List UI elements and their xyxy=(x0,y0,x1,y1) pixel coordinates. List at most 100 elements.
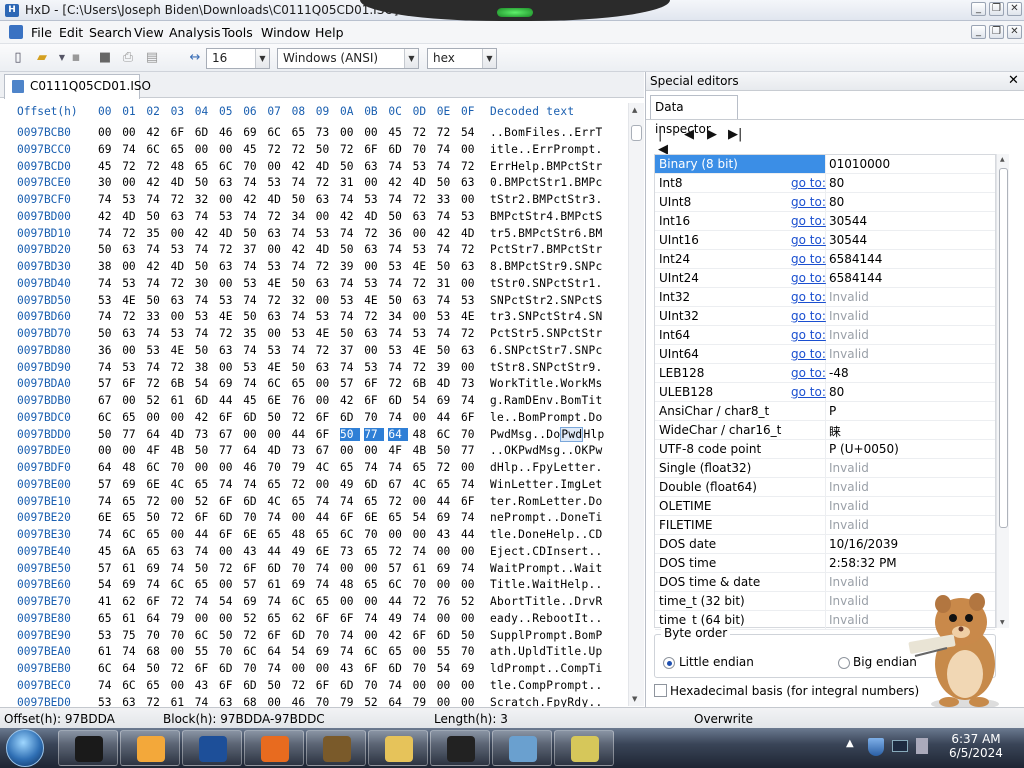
hex-byte[interactable]: 74 xyxy=(340,629,360,642)
inspector-row[interactable]: UInt64 go to: Invalid xyxy=(655,345,995,364)
hex-byte[interactable]: 45 xyxy=(243,143,263,156)
decoded-text[interactable]: 8.BMPctStr9.SNPc xyxy=(490,260,603,273)
hex-byte[interactable]: 45 xyxy=(243,394,263,407)
hex-byte[interactable]: 72 xyxy=(243,629,263,642)
hex-byte[interactable]: 00 xyxy=(437,578,457,591)
hex-byte[interactable]: 53 xyxy=(243,277,263,290)
hex-byte[interactable]: 00 xyxy=(98,444,118,457)
hex-byte[interactable]: 4C xyxy=(171,478,191,491)
hex-byte[interactable]: 6C xyxy=(292,595,312,608)
selected-text[interactable]: Pwd xyxy=(560,426,584,442)
menu-edit[interactable]: Edit xyxy=(59,25,83,40)
hex-byte[interactable]: 52 xyxy=(195,495,215,508)
hex-byte[interactable]: 42 xyxy=(388,629,408,642)
next-byte-icon[interactable]: ▶ xyxy=(707,127,717,142)
close-button[interactable]: ✕ xyxy=(1007,2,1022,16)
hex-byte[interactable]: 61 xyxy=(171,394,191,407)
goto-link[interactable]: go to: xyxy=(791,195,826,209)
menu-tools[interactable]: Tools xyxy=(222,25,253,40)
new-file-icon[interactable]: ▯ xyxy=(9,49,27,67)
hex-byte[interactable]: 32 xyxy=(292,294,312,307)
goto-link[interactable]: go to: xyxy=(791,366,826,380)
hex-byte[interactable]: 72 xyxy=(388,545,408,558)
scroll-thumb[interactable] xyxy=(999,168,1008,528)
hex-byte[interactable]: 6C xyxy=(122,679,142,692)
hex-row[interactable]: 0097BCF0 74 53 74 72 32 00 42 4D 50 63 74 53 74 72 33 00… xyxy=(0,193,630,211)
hex-byte[interactable]: 00 xyxy=(388,528,408,541)
hex-byte[interactable]: 74 xyxy=(461,394,481,407)
decoded-text[interactable]: ..BomFiles..ErrT xyxy=(490,126,603,139)
clock[interactable]: 6:37 AM 6/5/2024 xyxy=(936,732,1016,760)
hex-byte[interactable]: 53 xyxy=(388,260,408,273)
hex-row[interactable]: 0097BCB0 00 00 42 6F 6D 46 69 6C 65 73 00 00 45 72 72 54… xyxy=(0,126,630,144)
inspector-value[interactable]: Invalid xyxy=(829,461,869,475)
hex-byte[interactable]: 38 xyxy=(195,361,215,374)
hex-byte[interactable]: 6C xyxy=(146,461,166,474)
hex-byte[interactable]: 65 xyxy=(195,578,215,591)
inspector-row[interactable]: Double (float64) Invalid xyxy=(655,478,995,497)
inspector-value[interactable]: 01010000 xyxy=(826,155,995,173)
inspector-value[interactable]: Invalid xyxy=(829,575,869,589)
hex-byte[interactable]: 72 xyxy=(267,143,287,156)
hex-byte[interactable]: 79 xyxy=(171,612,191,625)
hex-byte[interactable]: 74 xyxy=(195,327,215,340)
hex-byte[interactable]: 52 xyxy=(146,394,166,407)
hex-byte[interactable]: 6C xyxy=(388,578,408,591)
hex-byte[interactable]: 53 xyxy=(316,227,336,240)
hex-byte[interactable]: 74 xyxy=(388,243,408,256)
hex-byte[interactable]: 00 xyxy=(316,478,336,491)
hex-byte[interactable]: 6D xyxy=(243,411,263,424)
hex-byte[interactable]: 6D xyxy=(267,562,287,575)
hex-row[interactable]: 0097BE60 54 69 74 6C 65 00 57 61 69 74 48 65 6C 70 00 00… xyxy=(0,578,630,596)
inspector-row[interactable]: FILETIME Invalid xyxy=(655,516,995,535)
hex-byte[interactable]: 6C xyxy=(267,126,287,139)
hex-byte[interactable]: 63 xyxy=(364,243,384,256)
hex-byte[interactable]: 72 xyxy=(292,679,312,692)
hex-byte[interactable]: 74 xyxy=(340,645,360,658)
hex-byte[interactable]: 6C xyxy=(340,528,360,541)
hex-byte[interactable]: 53 xyxy=(388,344,408,357)
hex-byte[interactable]: 44 xyxy=(316,511,336,524)
hex-byte[interactable]: 50 xyxy=(292,361,312,374)
hex-byte[interactable]: 4D xyxy=(364,210,384,223)
decoded-text[interactable]: WinLetter.ImgLet xyxy=(490,478,603,491)
hex-byte[interactable]: 64 xyxy=(146,612,166,625)
hex-byte[interactable]: 00 xyxy=(219,361,239,374)
decoded-text[interactable]: le..BomPrompt.Do xyxy=(490,411,603,424)
hex-byte[interactable]: 65 xyxy=(364,495,384,508)
hex-byte[interactable]: 74 xyxy=(243,210,263,223)
decoded-text[interactable]: WaitPrompt..Wait xyxy=(490,562,603,575)
decoded-text[interactable]: ter.RomLetter.Do xyxy=(490,495,603,508)
hex-byte[interactable]: 74 xyxy=(316,562,336,575)
hex-byte[interactable]: 74 xyxy=(195,243,215,256)
taskbar-explorer-button[interactable] xyxy=(58,730,118,766)
hex-byte[interactable]: 48 xyxy=(340,578,360,591)
hex-byte[interactable]: 54 xyxy=(437,662,457,675)
hex-byte[interactable]: 00 xyxy=(122,176,142,189)
decoded-text[interactable]: SNPctStr2.SNPctS xyxy=(490,294,603,307)
hex-row[interactable]: 0097BD00 42 4D 50 63 74 53 74 72 34 00 42 4D 50 63 74 53… xyxy=(0,210,630,228)
hex-byte[interactable]: 67 xyxy=(98,394,118,407)
hex-byte[interactable]: 42 xyxy=(146,176,166,189)
hex-byte[interactable]: 4D xyxy=(171,428,191,441)
hex-byte[interactable]: 65 xyxy=(413,461,433,474)
hex-byte[interactable]: 76 xyxy=(292,394,312,407)
hex-byte[interactable]: 53 xyxy=(146,344,166,357)
hex-byte[interactable]: 00 xyxy=(413,528,433,541)
hex-byte[interactable]: 74 xyxy=(437,143,457,156)
hex-byte[interactable]: 50 xyxy=(340,427,360,441)
hex-byte[interactable]: 70 xyxy=(461,645,481,658)
hex-byte[interactable]: 6F xyxy=(364,143,384,156)
hex-byte[interactable]: 6F xyxy=(219,411,239,424)
volume-icon[interactable] xyxy=(916,738,928,754)
hex-byte[interactable]: 6F xyxy=(364,662,384,675)
hex-byte[interactable]: 65 xyxy=(292,377,312,390)
taskbar-media-player-button[interactable] xyxy=(120,730,180,766)
taskbar-firefox-button[interactable] xyxy=(244,730,304,766)
hex-byte[interactable]: 36 xyxy=(388,227,408,240)
hex-row[interactable]: 0097BD30 38 00 42 4D 50 63 74 53 74 72 39 00 53 4E 50 63… xyxy=(0,260,630,278)
hex-byte[interactable]: 4D xyxy=(437,377,457,390)
hex-byte[interactable]: 00 xyxy=(413,310,433,323)
hex-byte[interactable]: 63 xyxy=(171,545,191,558)
goto-link[interactable]: go to: xyxy=(791,309,826,323)
